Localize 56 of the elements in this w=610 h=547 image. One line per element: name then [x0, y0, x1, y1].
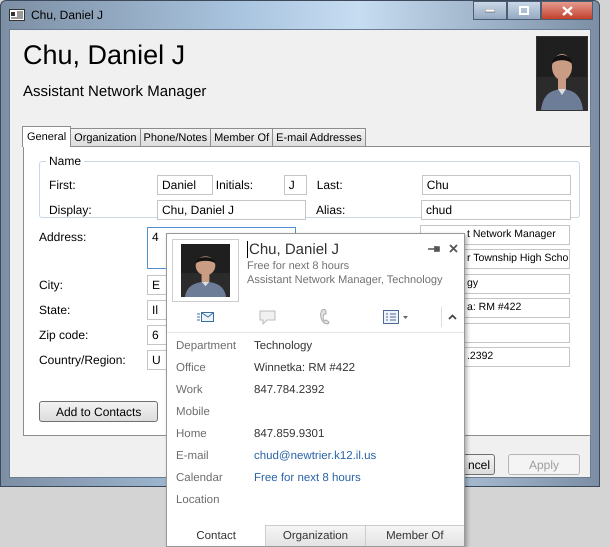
detail-link[interactable]: chud@newtrier.k12.il.us: [254, 450, 376, 462]
field-label: Last:: [316, 178, 344, 192]
field-label: Initials:: [216, 178, 254, 192]
text-field[interactable]: Chu, Daniel J: [157, 200, 306, 220]
tab[interactable]: Contact: [167, 525, 266, 546]
maximize-button[interactable]: [507, 1, 541, 20]
tab[interactable]: Phone/Notes: [140, 128, 212, 146]
detail-value: Winnetka: RM #422: [254, 362, 355, 374]
maximize-icon: [519, 6, 529, 15]
collapse-icon[interactable]: [448, 314, 457, 320]
close-icon[interactable]: [449, 244, 458, 253]
window-title: Chu, Daniel J: [31, 8, 104, 22]
detail-label: Department: [176, 340, 238, 352]
tab[interactable]: Member Of: [364, 525, 464, 546]
tab[interactable]: Member Of: [210, 128, 274, 146]
detail-label: Office: [176, 362, 207, 374]
field-label: Country/Region:: [39, 352, 127, 367]
detail-value: 847.784.2392: [254, 384, 324, 396]
detail-value: Technology: [254, 340, 312, 352]
mail-icon[interactable]: [197, 312, 214, 322]
close-button[interactable]: [541, 1, 593, 20]
detail-link[interactable]: Free for next 8 hours: [254, 472, 361, 484]
detail-label: Work: [176, 384, 204, 396]
minimize-button[interactable]: [473, 1, 507, 20]
add-to-contacts-button[interactable]: Add to Contacts: [39, 401, 158, 422]
tab[interactable]: Organization: [70, 128, 141, 146]
detail-label: E-mail: [176, 450, 210, 462]
detail-label: Mobile: [176, 406, 211, 418]
field-label: Alias:: [316, 202, 346, 216]
detail-value: 847.859.9301: [254, 428, 324, 440]
field-label: Zip code:: [39, 327, 90, 342]
minimize-icon: [485, 8, 495, 12]
text-field[interactable]: Daniel: [157, 174, 213, 194]
field-label: State:: [39, 302, 72, 317]
text-field[interactable]: Chu: [422, 174, 571, 194]
contact-card-icon: [9, 9, 25, 21]
text-field[interactable]: chud: [421, 200, 571, 220]
availability-status: Free for next 8 hours: [247, 260, 350, 272]
field-label: First:: [49, 178, 77, 192]
pin-icon[interactable]: [428, 244, 440, 252]
field-label: City:: [39, 277, 64, 292]
tab[interactable]: General: [22, 126, 72, 147]
contact-name: Chu, Daniel J: [23, 40, 186, 71]
group-label: Name: [46, 154, 84, 168]
card-contact-name: Chu, Daniel J: [247, 241, 340, 258]
tab[interactable]: E-mail Addresses: [272, 128, 366, 146]
field-label: Address:: [39, 229, 88, 244]
contact-card-menu-icon[interactable]: [383, 310, 409, 324]
close-icon: [562, 6, 572, 16]
detail-label: Home: [176, 428, 208, 440]
detail-label: Calendar: [176, 472, 224, 484]
tab[interactable]: Organization: [265, 525, 365, 546]
field-label: Display:: [49, 202, 93, 216]
job-title: Assistant Network Manager: [23, 83, 206, 100]
text-field[interactable]: J: [284, 174, 307, 194]
detail-label: Location: [176, 494, 220, 506]
